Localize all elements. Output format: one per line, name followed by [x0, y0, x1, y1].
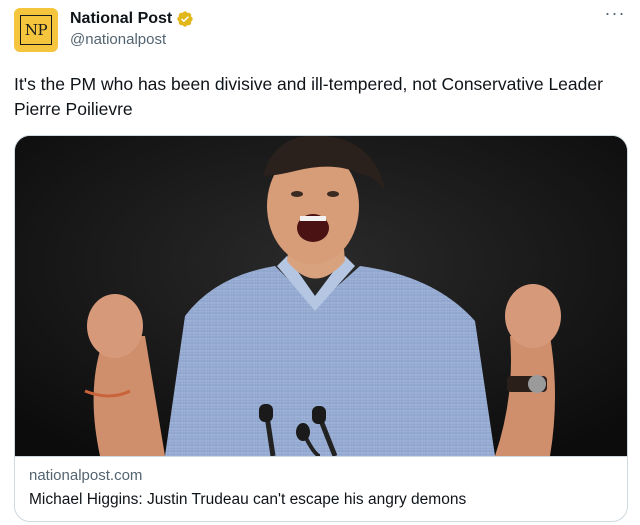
- card-footer[interactable]: nationalpost.com Michael Higgins: Justin…: [15, 456, 627, 521]
- card-domain: nationalpost.com: [29, 467, 143, 484]
- author-name-row: National Post: [70, 10, 194, 28]
- avatar[interactable]: NP: [14, 8, 58, 52]
- link-card[interactable]: nationalpost.com Michael Higgins: Justin…: [14, 135, 628, 522]
- author-display-name[interactable]: National Post: [70, 10, 172, 28]
- more-horizontal-icon[interactable]: ···: [604, 4, 626, 24]
- card-title[interactable]: Michael Higgins: Justin Trudeau can't es…: [29, 491, 466, 509]
- avatar-logo: NP: [20, 15, 52, 45]
- author-handle[interactable]: @nationalpost: [70, 31, 166, 48]
- card-image[interactable]: [15, 136, 627, 456]
- tweet-text: It's the PM who has been divisive and il…: [14, 74, 603, 119]
- verified-badge-icon[interactable]: [176, 10, 194, 28]
